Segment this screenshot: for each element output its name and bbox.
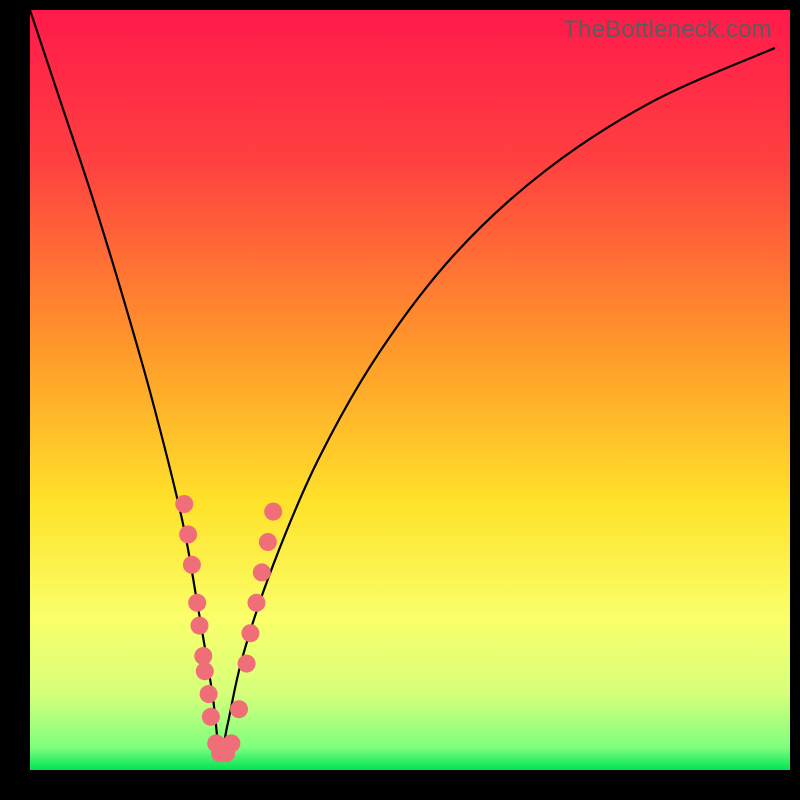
marker-dot <box>179 525 197 543</box>
plot-area: TheBottleneck.com <box>30 10 790 770</box>
marker-dot <box>200 685 218 703</box>
watermark-text: TheBottleneck.com <box>563 16 772 44</box>
marker-dot <box>194 647 212 665</box>
marker-dot <box>222 734 240 752</box>
marker-dot <box>190 617 208 635</box>
marker-dot <box>196 662 214 680</box>
curve-layer <box>30 10 790 770</box>
marker-dot <box>202 708 220 726</box>
marker-dot <box>264 503 282 521</box>
marker-dot <box>247 594 265 612</box>
marker-dot <box>253 563 271 581</box>
marker-dot <box>259 533 277 551</box>
bottleneck-curve <box>30 10 775 756</box>
marker-dot <box>238 655 256 673</box>
marker-dot <box>175 495 193 513</box>
marker-dot <box>230 700 248 718</box>
marker-dot <box>183 556 201 574</box>
marker-dot <box>188 594 206 612</box>
chart-frame: TheBottleneck.com <box>0 0 800 800</box>
marker-dot <box>241 624 259 642</box>
